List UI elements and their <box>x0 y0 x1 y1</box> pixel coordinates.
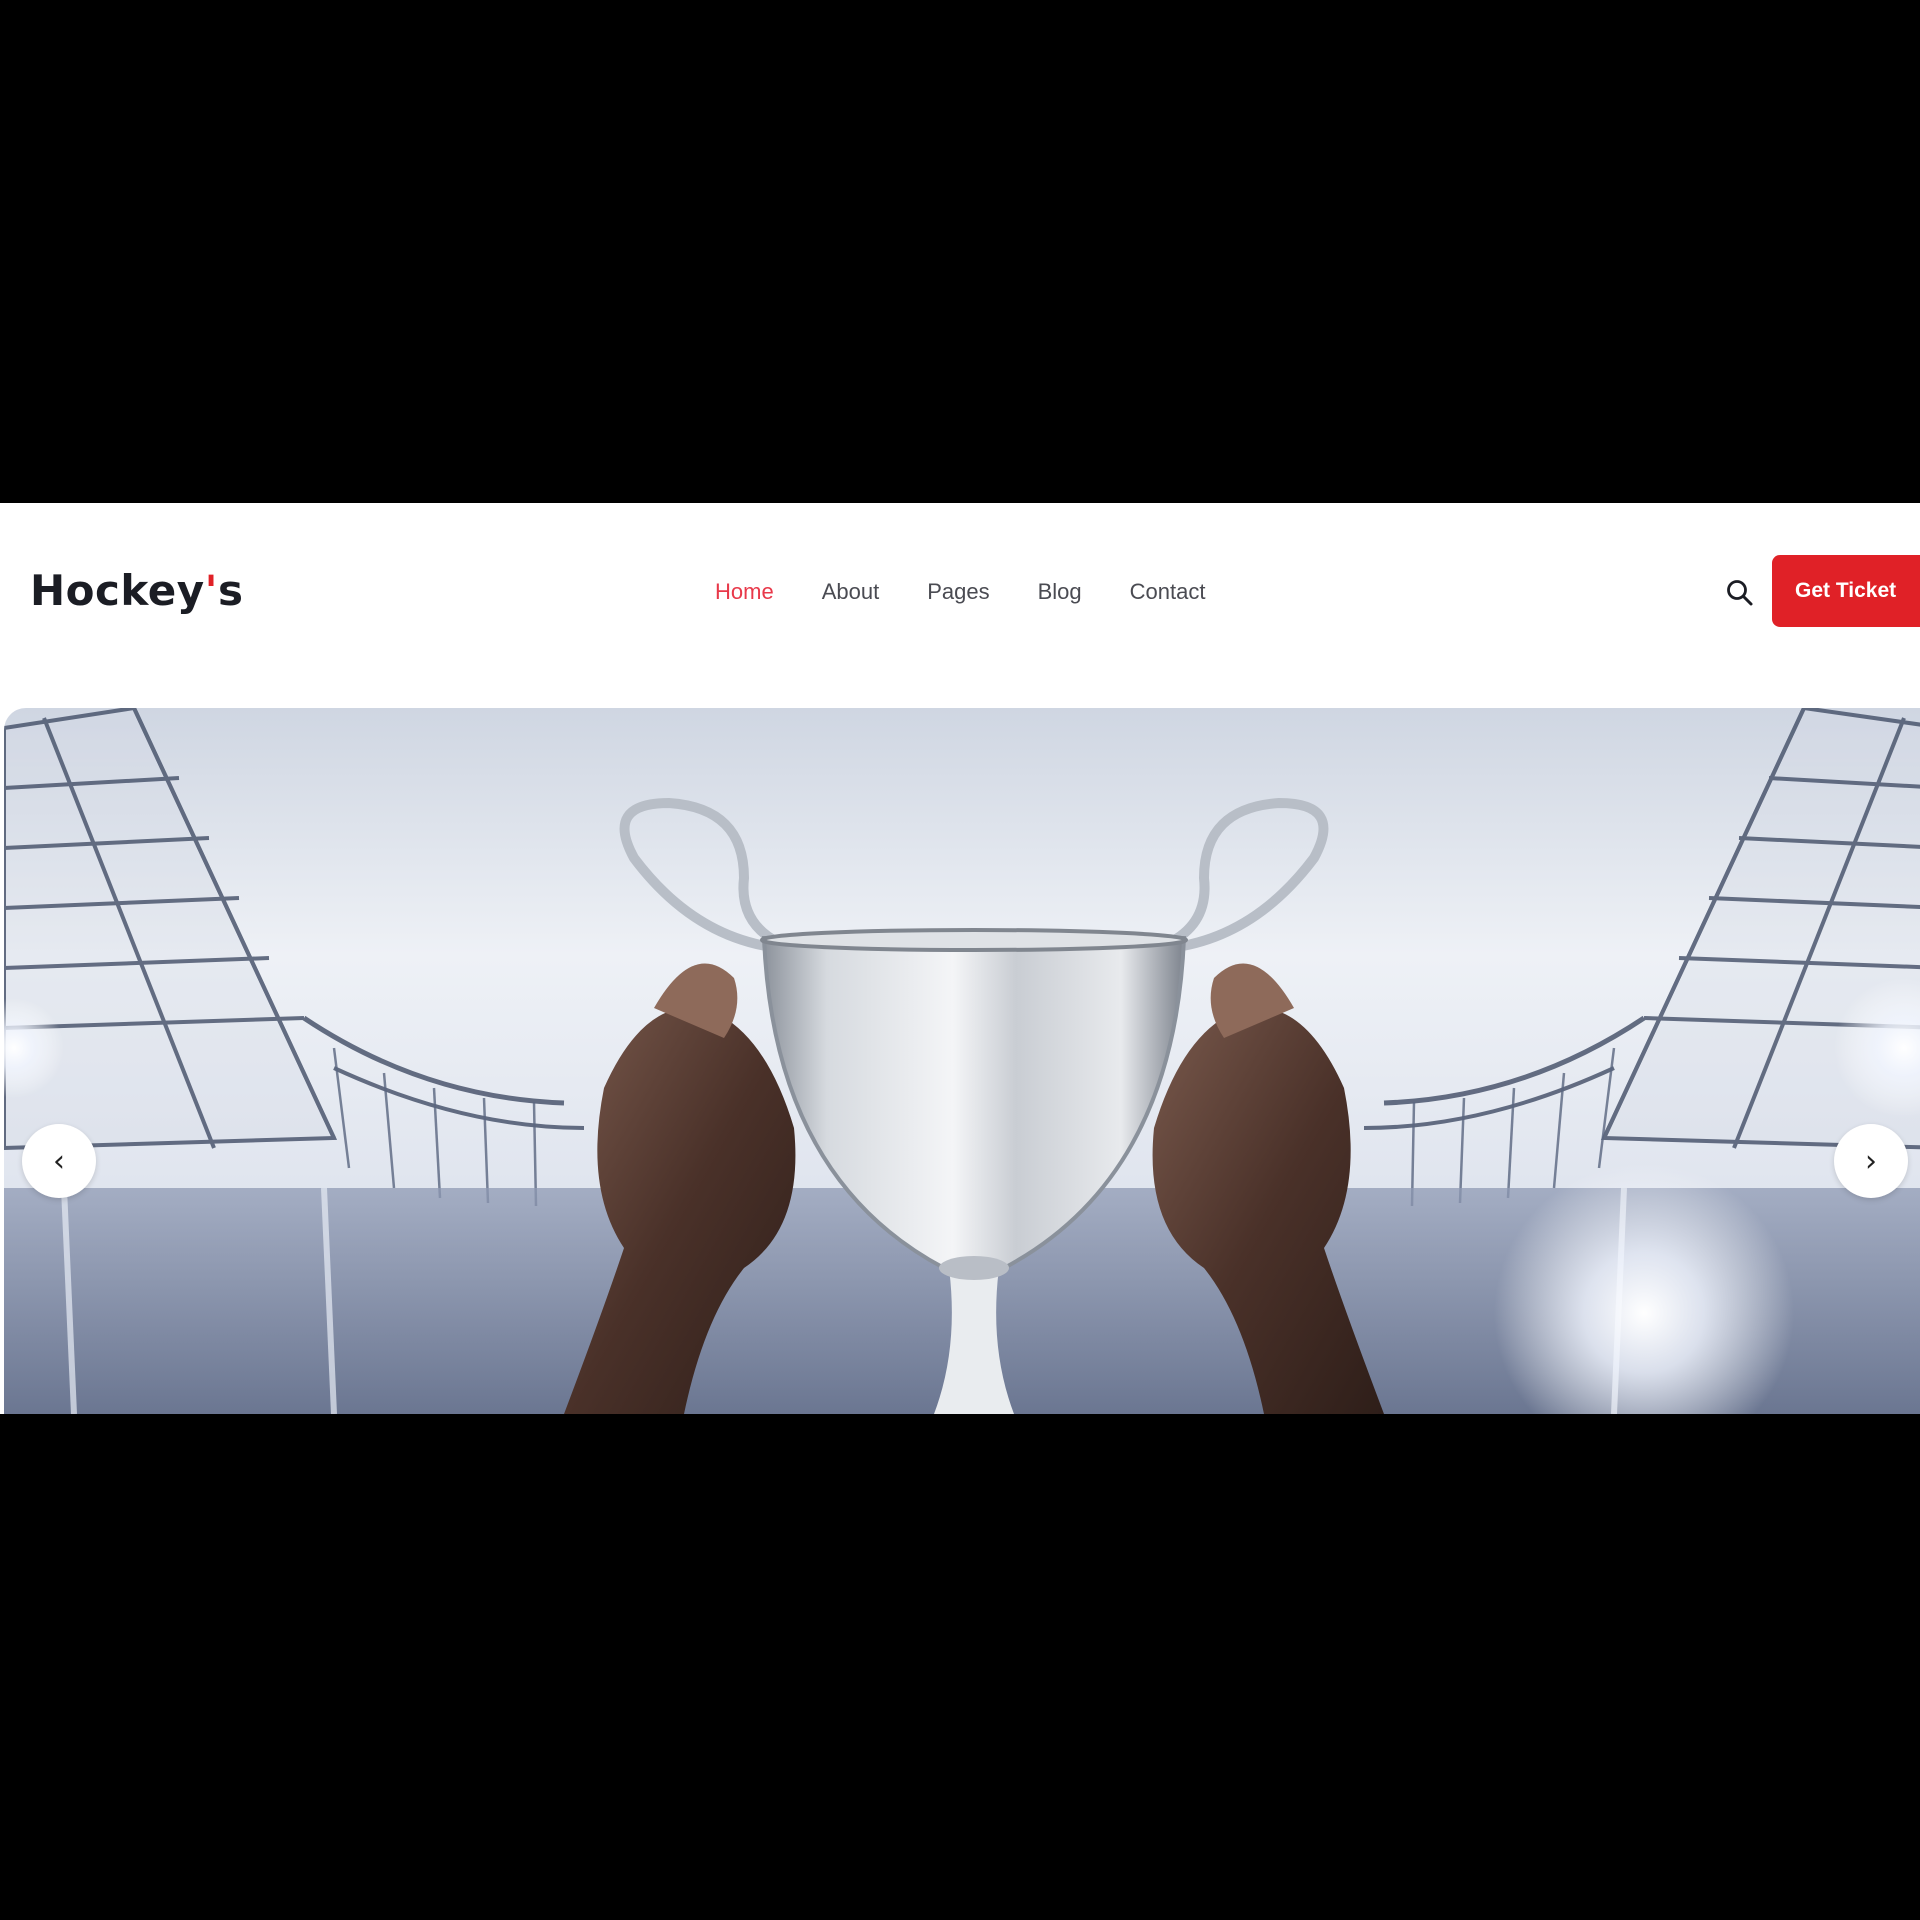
main-nav: Home About Pages Blog Contact <box>715 575 1205 609</box>
logo-suffix: s <box>217 566 244 615</box>
website-viewport: Hockey's Home About Pages Blog Contact G… <box>0 503 1920 1414</box>
site-logo[interactable]: Hockey's <box>30 563 243 619</box>
search-icon[interactable] <box>1724 577 1756 609</box>
nav-about[interactable]: About <box>822 579 880 605</box>
site-header: Hockey's Home About Pages Blog Contact G… <box>0 503 1920 673</box>
hero-slider-image <box>4 708 1920 1414</box>
slider-next-button[interactable]: › <box>1834 1124 1908 1198</box>
nav-home[interactable]: Home <box>715 579 774 605</box>
get-ticket-button[interactable]: Get Ticket <box>1772 555 1920 627</box>
logo-apostrophe: ' <box>204 566 218 615</box>
slider-prev-button[interactable]: ‹ <box>22 1124 96 1198</box>
chevron-right-icon: › <box>1865 1143 1877 1179</box>
chevron-left-icon: ‹ <box>53 1143 65 1179</box>
nav-contact[interactable]: Contact <box>1130 579 1206 605</box>
logo-text: Hockey <box>30 566 205 615</box>
nav-pages[interactable]: Pages <box>927 579 989 605</box>
nav-blog[interactable]: Blog <box>1038 579 1082 605</box>
